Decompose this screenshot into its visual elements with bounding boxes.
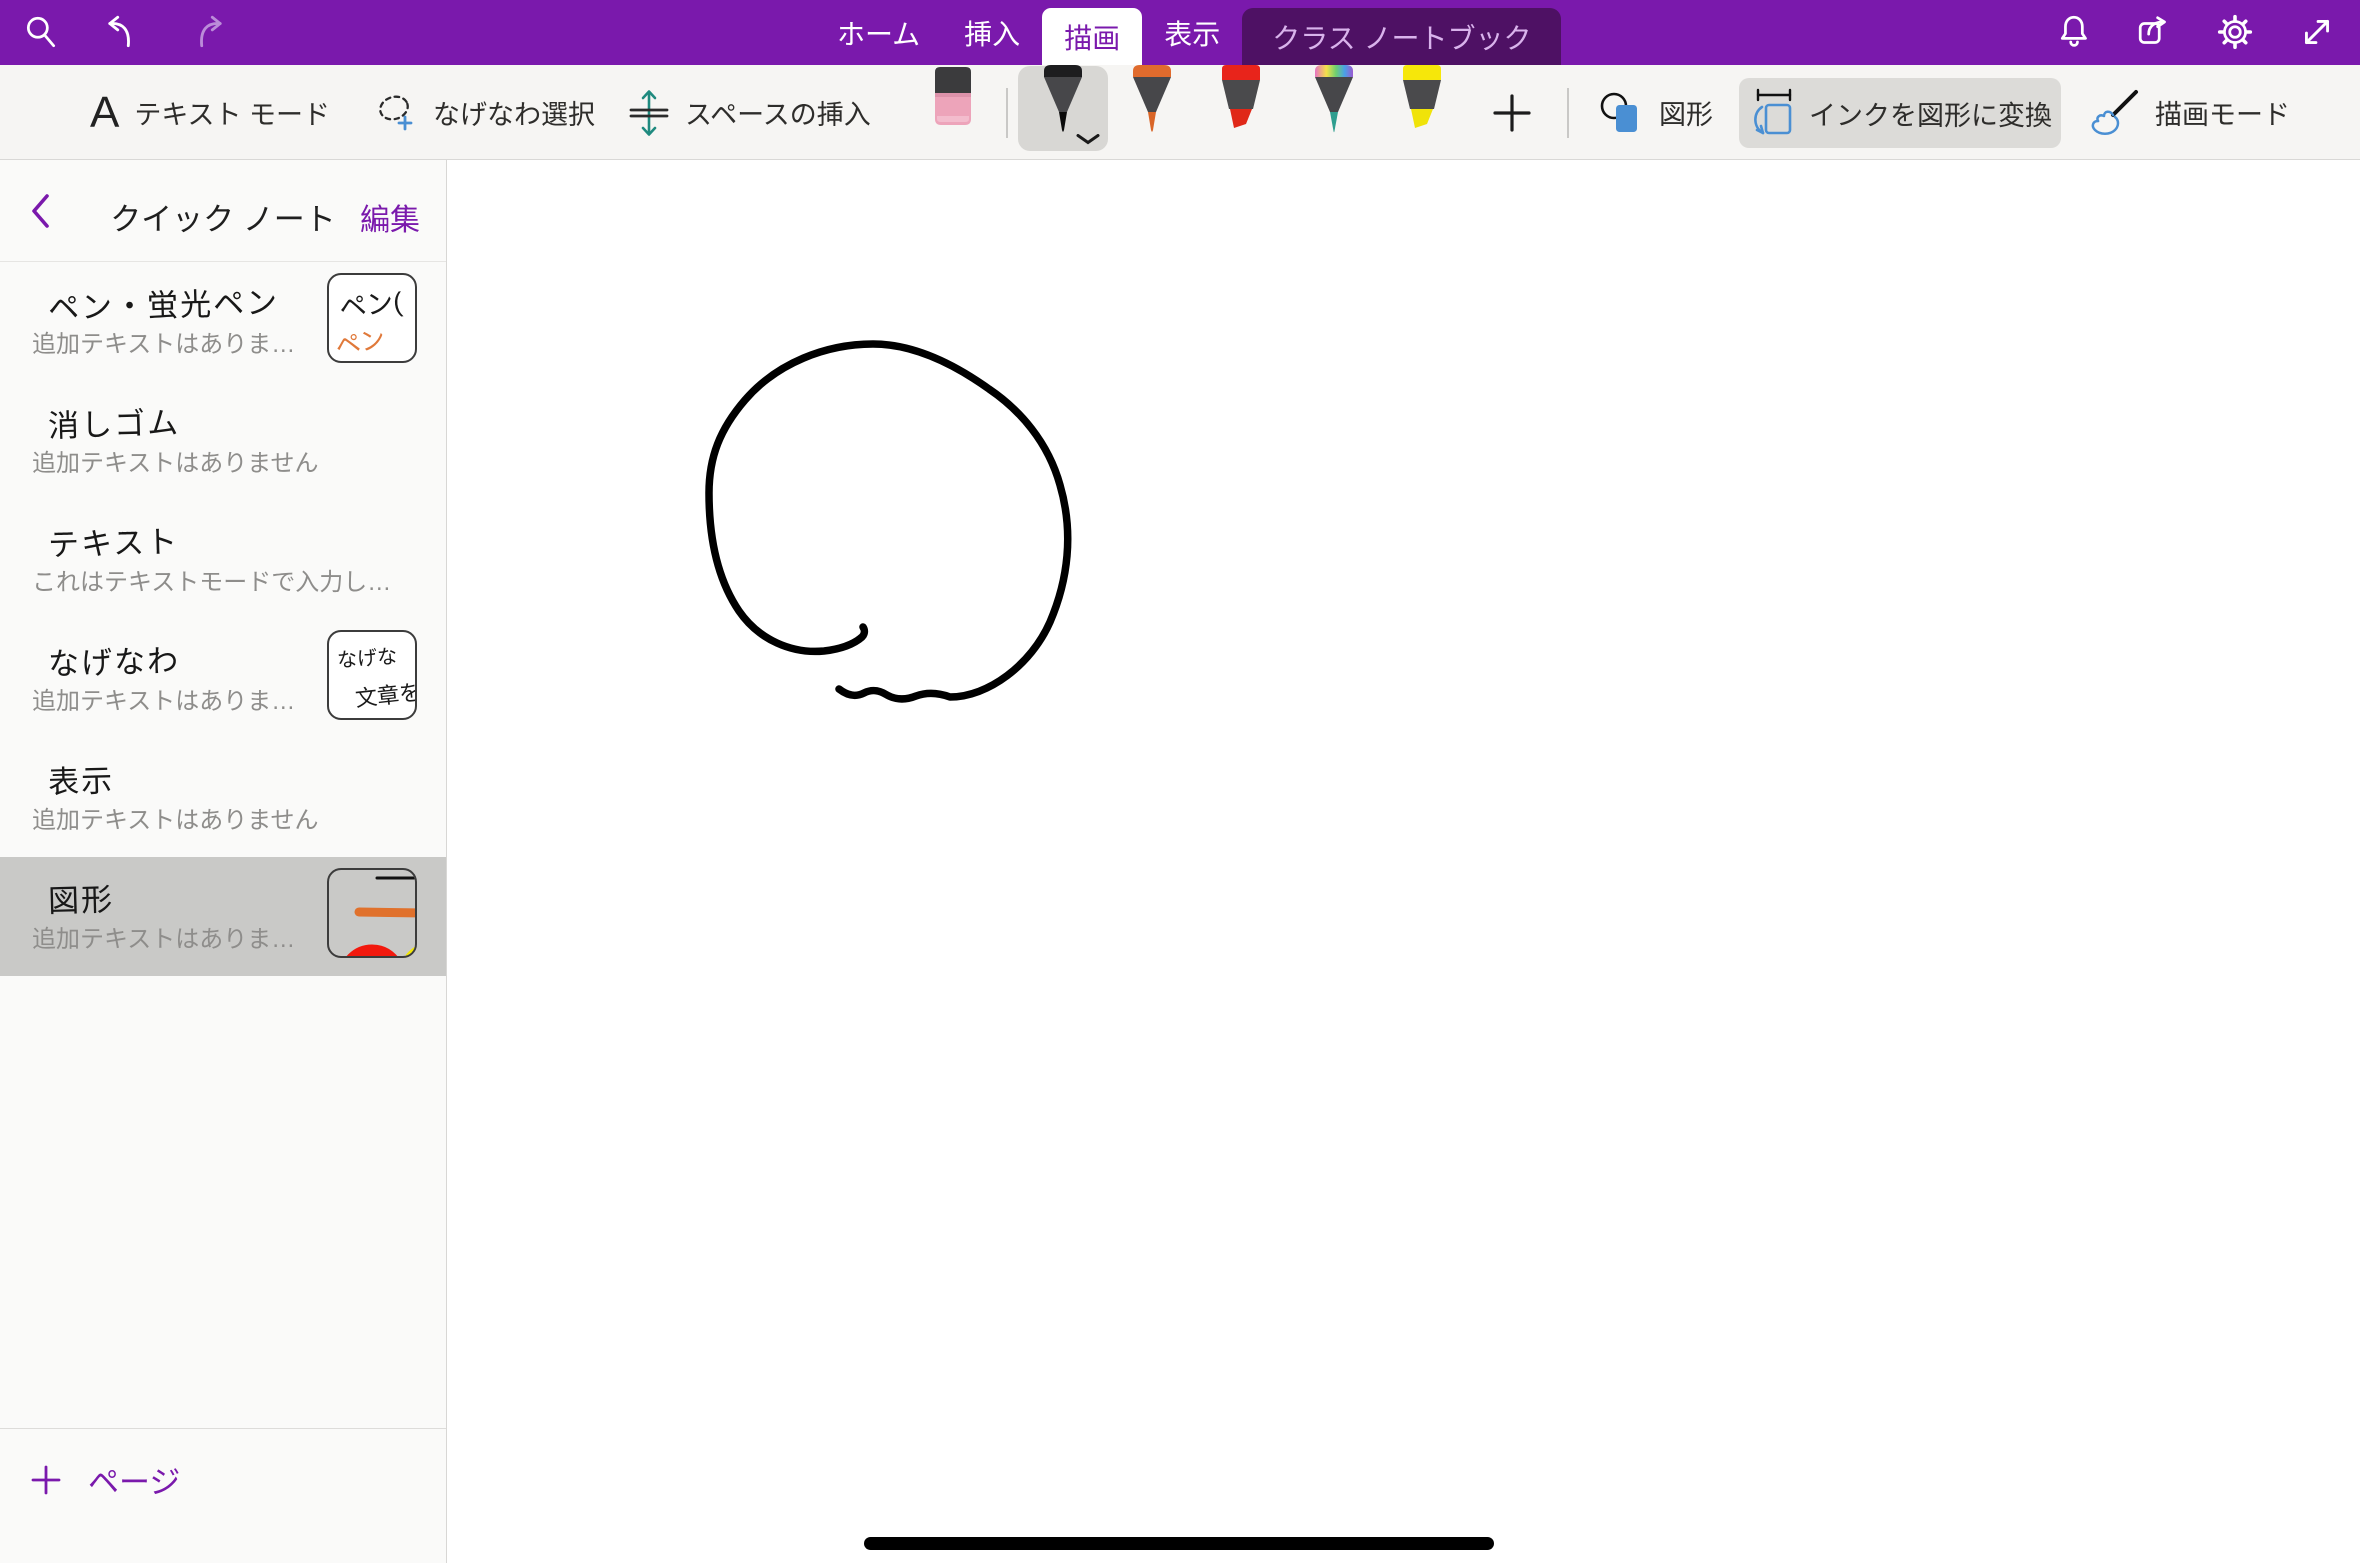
sidebar-footer: ページ bbox=[0, 1428, 446, 1563]
page-list-sidebar: クイック ノート 編集 ペン・蛍光ペン 追加テキストはありま… ペン( ペン 消… bbox=[0, 160, 447, 1563]
draw-mode-button[interactable]: 描画モード bbox=[2086, 65, 2290, 160]
convert-ink-label: インクを図形に変換 bbox=[1809, 94, 2052, 133]
lasso-icon bbox=[374, 91, 418, 135]
page-subtitle: 追加テキストはありま… bbox=[32, 681, 295, 716]
page-subtitle: 追加テキストはありません bbox=[32, 443, 319, 478]
convert-ink-to-shape-button[interactable]: インクを図形に変換 bbox=[1739, 78, 2061, 148]
tab-insert[interactable]: 挿入 bbox=[942, 0, 1042, 65]
page-title-handwritten: テキスト bbox=[47, 516, 179, 564]
page-list-item[interactable]: 消しゴム 追加テキストはありません bbox=[0, 381, 446, 500]
add-pen-plus-button[interactable] bbox=[1489, 90, 1535, 136]
plus-icon bbox=[30, 1464, 62, 1496]
fullscreen-expand-icon[interactable] bbox=[2298, 13, 2336, 51]
red-highlighter-tool[interactable] bbox=[1215, 65, 1267, 137]
thumbnail-ink-text: なげな bbox=[336, 640, 398, 673]
insert-space-icon bbox=[628, 89, 670, 137]
pen-options-chevron-down-icon[interactable] bbox=[1076, 134, 1100, 145]
text-mode-label: テキスト モード bbox=[134, 93, 330, 132]
page-thumbnail: なげな 文章を bbox=[327, 630, 417, 720]
page-subtitle: 追加テキストはありま… bbox=[32, 324, 295, 359]
page-subtitle: 追加テキストはありま… bbox=[32, 919, 295, 954]
draw-mode-label: 描画モード bbox=[2155, 93, 2290, 132]
text-mode-icon: A bbox=[90, 91, 119, 135]
search-icon[interactable] bbox=[22, 13, 60, 51]
onenote-app: ホーム 挿入 描画 表示 クラス ノートブック bbox=[0, 0, 2360, 1563]
shapes-button[interactable]: 図形 bbox=[1598, 65, 1713, 160]
eraser-tool[interactable] bbox=[933, 67, 973, 129]
ink-layer bbox=[448, 160, 2360, 1563]
thumbnail-ink-text: ペン( bbox=[337, 280, 404, 325]
page-thumbnail bbox=[327, 868, 417, 958]
thumbnail-ink-text: ペン bbox=[332, 319, 388, 363]
page-list-item-selected[interactable]: 図形 追加テキストはありま… bbox=[0, 857, 446, 976]
sidebar-header: クイック ノート 編集 bbox=[0, 160, 446, 262]
redo-icon[interactable] bbox=[188, 13, 226, 51]
top-bar: ホーム 挿入 描画 表示 クラス ノートブック bbox=[0, 0, 2360, 65]
note-canvas[interactable] bbox=[448, 160, 2360, 1563]
edit-button[interactable]: 編集 bbox=[360, 195, 420, 239]
thumbnail-shapes-ink bbox=[329, 870, 417, 958]
tab-class-notebook[interactable]: クラス ノートブック bbox=[1242, 8, 1561, 65]
page-title-handwritten: 図形 bbox=[47, 874, 114, 921]
page-subtitle: 追加テキストはありません bbox=[32, 800, 319, 835]
page-title-handwritten: なげなわ bbox=[47, 635, 180, 683]
share-icon[interactable] bbox=[2136, 13, 2174, 51]
shapes-label: 図形 bbox=[1659, 93, 1713, 132]
tab-draw[interactable]: 描画 bbox=[1042, 8, 1142, 65]
page-list-item[interactable]: テキスト これはテキストモードで入力し… bbox=[0, 500, 446, 619]
page-title-handwritten: 表示 bbox=[47, 755, 114, 802]
page-subtitle: これはテキストモードで入力し… bbox=[32, 562, 391, 597]
draw-ribbon: A テキスト モード なげなわ選択 スペースの挿入 bbox=[0, 65, 2360, 160]
ink-stroke-circle bbox=[709, 344, 1068, 699]
home-indicator[interactable] bbox=[864, 1537, 1494, 1550]
lasso-select-button[interactable]: なげなわ選択 bbox=[374, 65, 595, 160]
convert-ink-icon bbox=[1748, 87, 1796, 139]
add-page-label: ページ bbox=[88, 1457, 180, 1502]
black-pen-tool-selected[interactable] bbox=[1018, 66, 1108, 151]
shapes-icon bbox=[1598, 90, 1644, 136]
page-title-handwritten: ペン・蛍光ペン bbox=[47, 277, 279, 328]
tab-home[interactable]: ホーム bbox=[815, 0, 942, 65]
page-list-item[interactable]: ペン・蛍光ペン 追加テキストはありま… ペン( ペン bbox=[0, 262, 446, 381]
notifications-bell-icon[interactable] bbox=[2057, 13, 2095, 51]
insert-space-button[interactable]: スペースの挿入 bbox=[628, 65, 871, 160]
rainbow-pen-tool[interactable] bbox=[1308, 65, 1360, 137]
thumbnail-ink-text: 文章を bbox=[354, 675, 417, 714]
settings-gear-icon[interactable] bbox=[2216, 13, 2254, 51]
page-thumbnail: ペン( ペン bbox=[327, 273, 417, 363]
orange-pen-tool[interactable] bbox=[1126, 65, 1178, 137]
ribbon-divider bbox=[1006, 88, 1008, 138]
page-list-item[interactable]: 表示 追加テキストはありません bbox=[0, 738, 446, 857]
page-list-item[interactable]: なげなわ 追加テキストはありま… なげな 文章を bbox=[0, 619, 446, 738]
add-page-button[interactable]: ページ bbox=[30, 1457, 180, 1502]
text-mode-button[interactable]: A テキスト モード bbox=[90, 65, 330, 160]
draw-mode-hand-pen-icon bbox=[2086, 88, 2140, 138]
page-title-handwritten: 消しゴム bbox=[47, 397, 180, 445]
black-pen-icon bbox=[1037, 65, 1089, 137]
lasso-select-label: なげなわ選択 bbox=[433, 93, 595, 132]
ribbon-tabs: ホーム 挿入 描画 表示 クラス ノートブック bbox=[815, 0, 1561, 65]
ribbon-divider bbox=[1567, 88, 1569, 138]
insert-space-label: スペースの挿入 bbox=[685, 93, 871, 132]
undo-icon[interactable] bbox=[104, 13, 142, 51]
tab-view[interactable]: 表示 bbox=[1142, 0, 1242, 65]
yellow-highlighter-tool[interactable] bbox=[1396, 65, 1448, 137]
